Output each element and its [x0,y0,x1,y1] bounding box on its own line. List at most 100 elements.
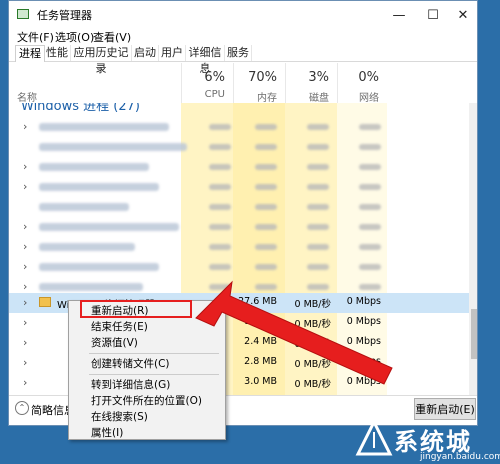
menu-item-end-task[interactable]: 结束任务(E) [69,319,225,335]
blurred-value [307,164,329,170]
menu-options[interactable]: 选项(O) [55,29,94,45]
scrollbar-thumb[interactable] [471,309,477,359]
memory-value: 1.5 MB [244,316,277,327]
blurred-process-name [39,243,135,251]
column-network[interactable]: 0% 网络 [337,63,387,104]
blurred-value [255,264,277,270]
chevron-right-icon[interactable]: › [23,180,27,193]
chevron-right-icon[interactable]: › [23,160,27,173]
blurred-value [359,224,381,230]
chevron-right-icon[interactable]: › [23,336,27,349]
disk-value: 0 MB/秒 [294,339,331,350]
blurred-process-name [39,163,149,171]
folder-icon [39,297,51,307]
menu-item-open-file-location[interactable]: 打开文件所在的位置(O) [69,393,225,409]
menu-view[interactable]: 查看(V) [93,29,131,45]
column-disk[interactable]: 3% 磁盘 [285,63,337,104]
blurred-value [359,244,381,250]
menu-file[interactable]: 文件(F) [17,29,54,45]
cpu-percent: 6% [204,70,225,85]
minimize-button[interactable]: — [383,1,415,29]
blurred-value [209,124,231,130]
blurred-value [209,264,231,270]
network-value: 0 Mbps [346,356,381,367]
blurred-process-name [39,183,159,191]
sort-caret-icon: ⌃ [95,67,104,78]
menu-bar: 文件(F) 选项(O) 查看(V) [9,29,477,45]
memory-label: 内存 [257,93,277,104]
list-item[interactable]: › [9,257,469,277]
chevron-right-icon[interactable]: › [23,260,27,273]
blurred-value [209,204,231,210]
blurred-value [307,244,329,250]
tab-app-history[interactable]: 应用历史记录 [71,45,132,75]
chevron-right-icon[interactable]: › [23,376,27,389]
maximize-button[interactable]: ☐ [417,1,449,29]
network-value: 0 Mbps [346,296,381,307]
chevron-right-icon[interactable]: › [23,296,27,309]
blurred-value [209,184,231,190]
chevron-right-icon[interactable]: › [23,220,27,233]
task-manager-icon [17,9,29,19]
tab-processes[interactable]: 进程 [15,45,45,62]
chevron-right-icon[interactable]: › [23,240,27,253]
tab-services[interactable]: 服务 [225,45,252,61]
disk-value: 0 MB/秒 [294,319,331,330]
blurred-value [255,224,277,230]
title-bar[interactable]: 任务管理器 — ☐ ✕ [9,1,477,29]
memory-value: 3.0 MB [244,376,277,387]
blurred-value [307,184,329,190]
blurred-value [255,244,277,250]
network-value: 0 Mbps [346,376,381,387]
network-label: 网络 [359,93,379,104]
chevron-up-icon[interactable]: ⌃ [15,401,29,415]
blurred-process-name [39,283,143,291]
list-item[interactable] [9,197,469,217]
blurred-value [255,184,277,190]
blurred-process-name [39,223,179,231]
chevron-right-icon[interactable]: › [23,120,27,133]
list-item[interactable]: › [9,157,469,177]
list-item[interactable] [9,137,469,157]
chevron-right-icon[interactable]: › [23,356,27,369]
memory-value: 27.6 MB [238,296,277,307]
tab-details[interactable]: 详细信息 [186,45,225,75]
tab-performance[interactable]: 性能 [44,45,71,61]
disk-percent: 3% [308,70,329,85]
menu-item-create-dump[interactable]: 创建转储文件(C) [69,356,225,372]
blurred-value [307,224,329,230]
disk-label: 磁盘 [309,93,329,104]
list-item[interactable]: › [9,177,469,197]
context-menu: 重新启动(R) 结束任务(E) 资源值(V) 创建转储文件(C) 转到详细信息(… [68,300,226,440]
menu-item-resource-values[interactable]: 资源值(V) [69,335,225,351]
network-value: 0 Mbps [346,316,381,327]
blurred-value [255,204,277,210]
list-item[interactable]: › [9,217,469,237]
column-cpu[interactable]: 6% CPU [181,63,233,103]
blurred-value [209,284,231,290]
blurred-value [359,124,381,130]
menu-item-go-to-details[interactable]: 转到详细信息(G) [69,377,225,393]
tab-users[interactable]: 用户 [159,45,186,61]
list-item[interactable]: › [9,117,469,137]
column-name[interactable]: 名称 [17,89,37,104]
column-memory[interactable]: 70% 内存 [233,63,285,104]
blurred-process-name [39,143,187,151]
menu-item-search-online[interactable]: 在线搜索(S) [69,409,225,425]
chevron-right-icon[interactable]: › [23,280,27,293]
column-header: ⌃ 名称 6% CPU 70% 内存 3% 磁盘 0% 网络 [9,63,477,104]
blurred-value [307,204,329,210]
memory-percent: 70% [248,70,277,85]
blurred-value [307,284,329,290]
list-item[interactable]: › [9,237,469,257]
network-value: 0 Mbps [346,336,381,347]
cpu-label: CPU [204,89,225,100]
menu-item-label: 创建转储文件(C) [91,358,170,370]
network-percent: 0% [358,70,379,85]
disk-value: 0 MB/秒 [294,379,331,390]
tab-startup[interactable]: 启动 [132,45,159,61]
chevron-right-icon[interactable]: › [23,316,27,329]
close-button[interactable]: ✕ [447,1,477,29]
menu-item-properties[interactable]: 属性(I) [69,425,225,441]
tab-bar: 进程 性能 应用历史记录 启动 用户 详细信息 服务 [9,45,477,75]
